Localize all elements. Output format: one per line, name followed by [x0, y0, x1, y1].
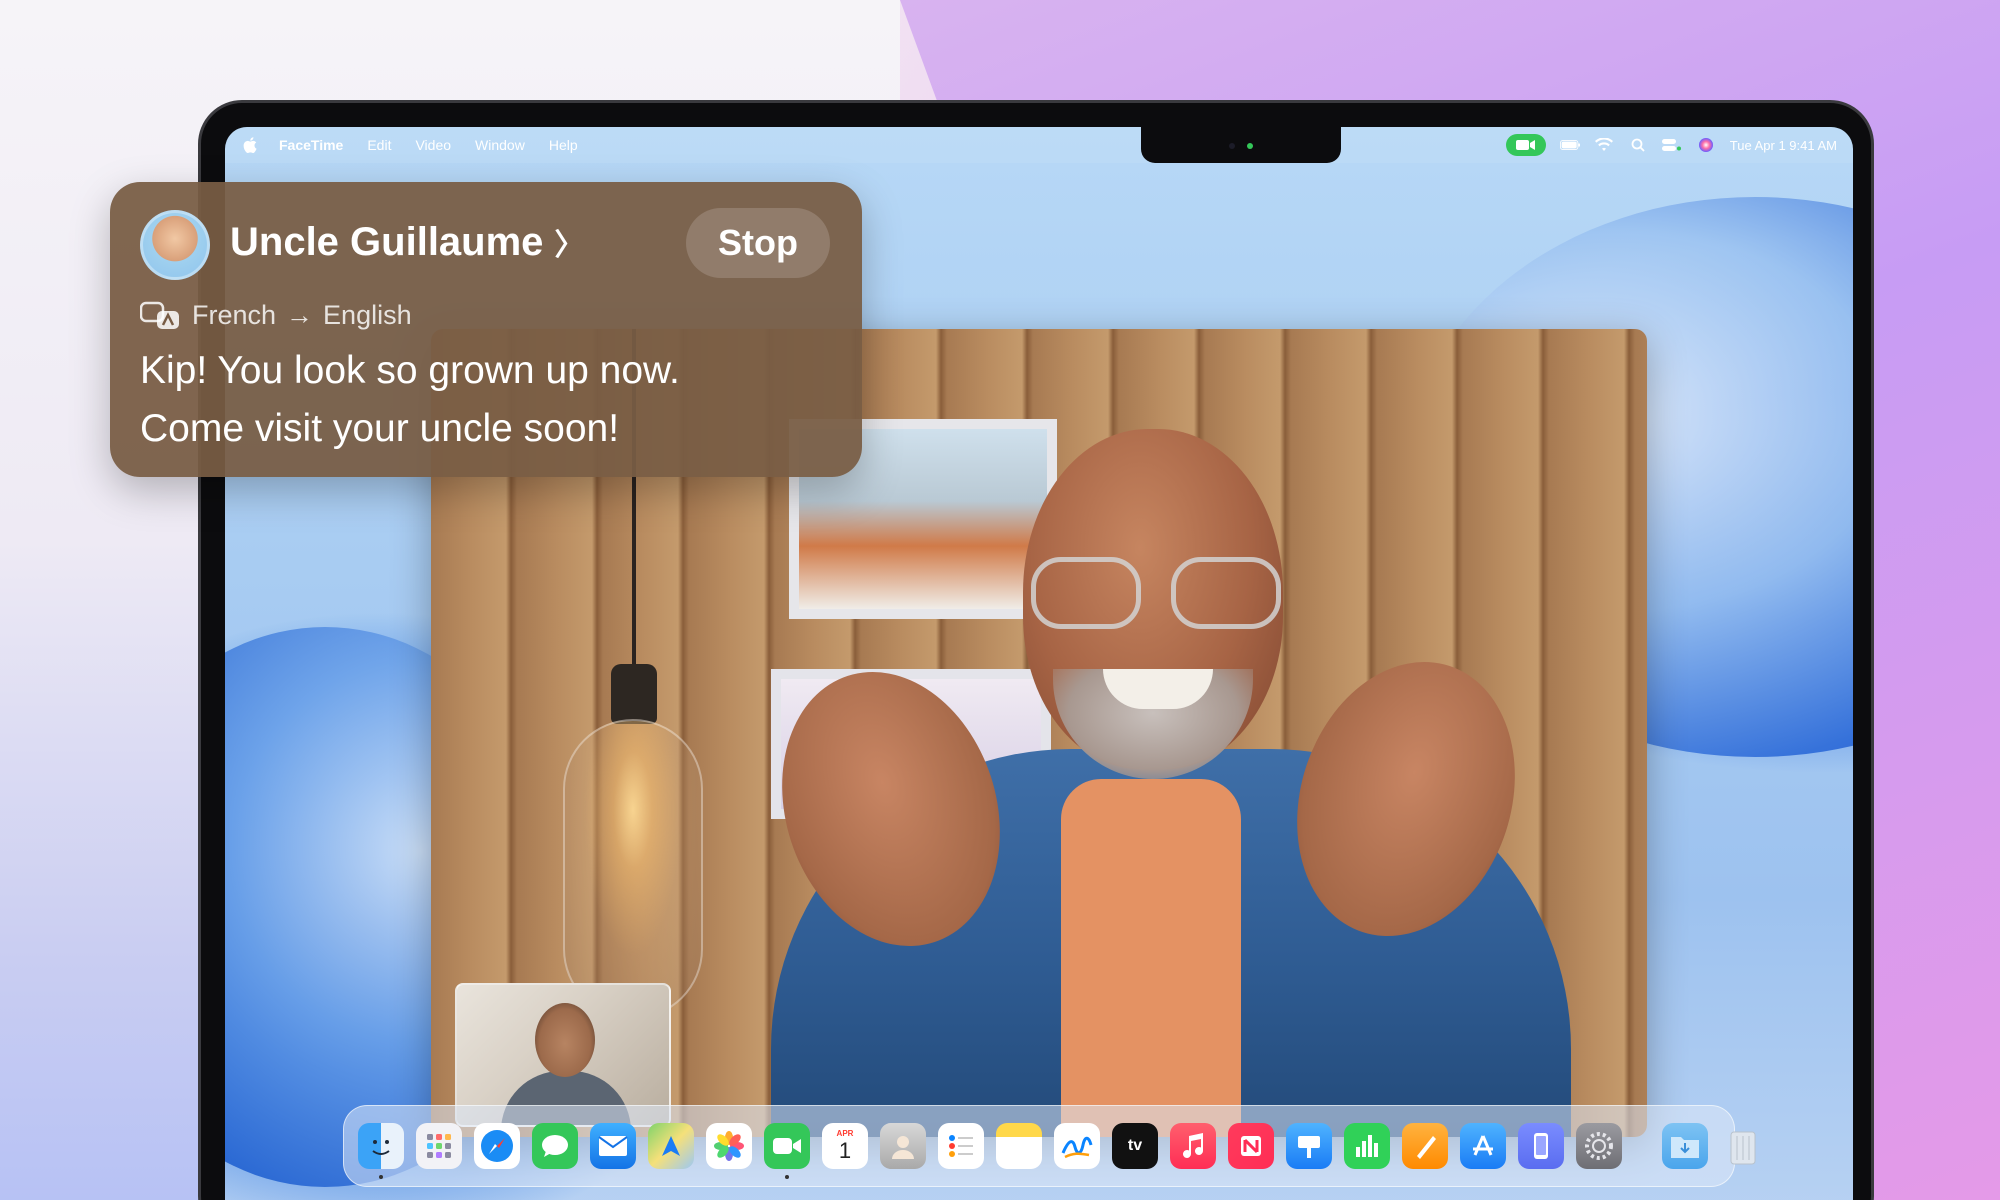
maps-icon[interactable] — [648, 1123, 694, 1169]
spotlight-icon[interactable] — [1628, 138, 1648, 152]
freeform-icon[interactable] — [1054, 1123, 1100, 1169]
contacts-icon[interactable] — [880, 1123, 926, 1169]
caption-line-2: Come visit your uncle soon! — [140, 407, 620, 450]
apple-tv-icon[interactable]: tv — [1112, 1123, 1158, 1169]
news-icon[interactable] — [1228, 1123, 1274, 1169]
siri-icon[interactable] — [1696, 138, 1716, 152]
camera-lens — [1229, 143, 1235, 149]
reminders-icon[interactable] — [938, 1123, 984, 1169]
app-store-icon[interactable] — [1460, 1123, 1506, 1169]
pendant-lamp — [563, 719, 703, 1019]
apple-tv-label: tv — [1127, 1137, 1143, 1154]
language-pair: French → English — [140, 300, 412, 331]
stop-button[interactable]: Stop — [686, 208, 830, 278]
control-center-icon[interactable] — [1661, 138, 1682, 152]
wifi-icon[interactable] — [1594, 138, 1614, 152]
apple-logo-icon[interactable] — [243, 137, 257, 153]
facetime-icon[interactable] — [764, 1123, 810, 1179]
menu-bar: FaceTime Edit Video Window Help Tue Apr … — [225, 127, 1853, 163]
live-translation-banner: Uncle Guillaume 〉 Stop French → English … — [110, 182, 862, 477]
facetime-status-icon[interactable] — [1505, 134, 1546, 156]
system-settings-icon[interactable] — [1576, 1123, 1622, 1169]
iphone-mirroring-icon[interactable] — [1518, 1123, 1564, 1169]
lamp-cap — [611, 664, 657, 724]
caller-glasses — [1031, 557, 1281, 637]
source-language: French — [192, 300, 277, 330]
safari-icon[interactable] — [474, 1123, 520, 1169]
avatar[interactable] — [140, 210, 210, 280]
numbers-icon[interactable] — [1344, 1123, 1390, 1169]
finder-icon[interactable] — [358, 1123, 404, 1179]
menu-clock[interactable]: Tue Apr 1 9:41 AM — [1730, 138, 1837, 153]
camera-notch — [1141, 127, 1341, 163]
menu-video[interactable]: Video — [415, 137, 451, 153]
chevron-right-icon: 〉 — [554, 229, 585, 262]
status-area: Tue Apr 1 9:41 AM — [1505, 127, 1837, 163]
mail-icon[interactable] — [590, 1123, 636, 1169]
music-icon[interactable] — [1170, 1123, 1216, 1169]
downloads-folder-icon[interactable] — [1662, 1123, 1708, 1169]
calendar-icon[interactable]: APR 1 — [822, 1123, 868, 1169]
trash-icon[interactable] — [1720, 1123, 1766, 1169]
pages-icon[interactable] — [1402, 1123, 1448, 1169]
caption-line-1: Kip! You look so grown up now. — [140, 349, 680, 392]
launchpad-icon[interactable] — [416, 1123, 462, 1169]
caller-tshirt — [1061, 779, 1241, 1137]
menu-app-facetime[interactable]: FaceTime — [279, 137, 343, 153]
notes-icon[interactable] — [996, 1123, 1042, 1169]
caller-name-text: Uncle Guillaume — [230, 220, 544, 264]
dock: APR 1 tv — [343, 1105, 1756, 1187]
messages-icon[interactable] — [532, 1123, 578, 1169]
keynote-icon[interactable] — [1286, 1123, 1332, 1169]
calendar-day: 1 — [838, 1138, 852, 1163]
menu-help[interactable]: Help — [549, 137, 578, 153]
menu-window[interactable]: Window — [475, 137, 525, 153]
arrow-right-icon: → — [286, 300, 314, 330]
photos-icon[interactable] — [706, 1123, 752, 1169]
battery-icon[interactable] — [1559, 138, 1580, 152]
target-language: English — [323, 300, 412, 330]
menu-edit[interactable]: Edit — [367, 137, 391, 153]
translate-icon — [140, 301, 179, 329]
camera-indicator — [1247, 143, 1253, 149]
translated-caption: Kip! You look so grown up now. Come visi… — [140, 342, 840, 458]
caller-name[interactable]: Uncle Guillaume 〉 — [230, 220, 585, 265]
